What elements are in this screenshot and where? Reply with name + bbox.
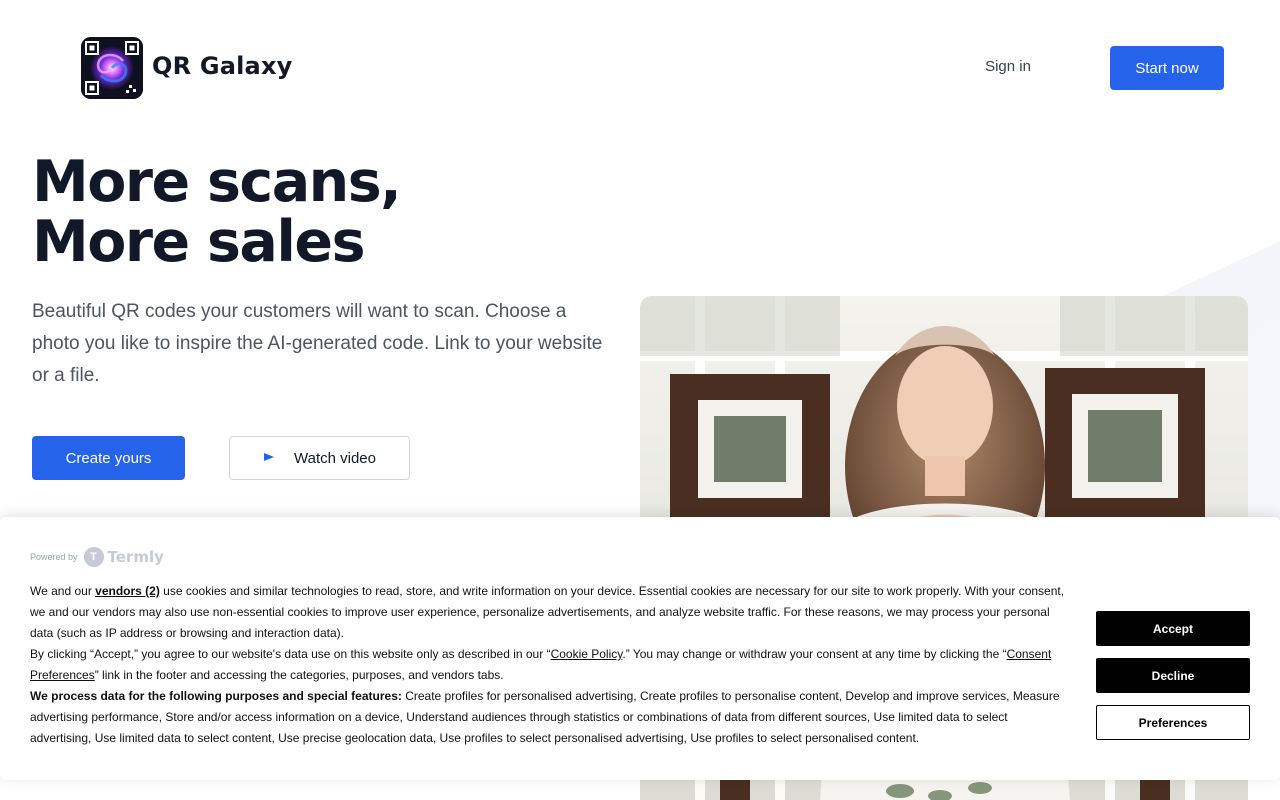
accept-button[interactable]: Accept [1096,611,1250,646]
brand-name[interactable]: QR Galaxy [152,52,292,80]
purposes-heading: We process data for the following purpos… [30,689,402,703]
cookie-text-segment: .” You may change or withdraw your conse… [622,647,1007,661]
site-header: QR Galaxy Sign in Start now [0,0,1280,130]
cookie-text-segment: We and our [30,584,96,598]
powered-by-label: Powered by [30,552,78,562]
powered-by-termly[interactable]: Powered by T Termly [30,547,164,567]
cookie-text: We and our vendors (2) use cookies and s… [30,581,1070,749]
hero-title-line-2: More sales [32,209,366,275]
cookie-paragraph-1: We and our vendors (2) use cookies and s… [30,581,1070,644]
cookie-consent-banner: Powered by T Termly We and our vendors (… [0,517,1280,780]
galaxy-qr-icon[interactable] [81,37,143,99]
cookie-paragraph-3: We process data for the following purpos… [30,686,1070,749]
hero-subtitle: Beautiful QR codes your customers will w… [32,301,603,386]
hero-title-line-1: More scans, [32,149,402,215]
preferences-button[interactable]: Preferences [1096,705,1250,740]
cookie-policy-link[interactable]: Cookie Policy [551,647,623,661]
play-icon [263,451,275,468]
termly-logo-icon: T [83,547,104,567]
start-now-button[interactable]: Start now [1110,46,1224,90]
cookie-text-segment: By clicking “Accept,” you agree to our w… [30,647,551,661]
cookie-text-segment: ” link in the footer and accessing the c… [94,668,504,682]
decline-button[interactable]: Decline [1096,658,1250,693]
hero-title: More scans, More sales [32,152,552,272]
sign-in-link[interactable]: Sign in [960,58,1056,75]
cookie-text-segment: use cookies and similar technologies to … [30,584,1065,640]
vendors-link[interactable]: vendors (2) [95,584,160,598]
watch-video-button[interactable]: Watch video [229,436,410,480]
termly-brand: Termly [107,548,164,566]
watch-video-label: Watch video [294,450,376,467]
create-yours-button[interactable]: Create yours [32,436,185,480]
cookie-paragraph-2: By clicking “Accept,” you agree to our w… [30,644,1070,686]
